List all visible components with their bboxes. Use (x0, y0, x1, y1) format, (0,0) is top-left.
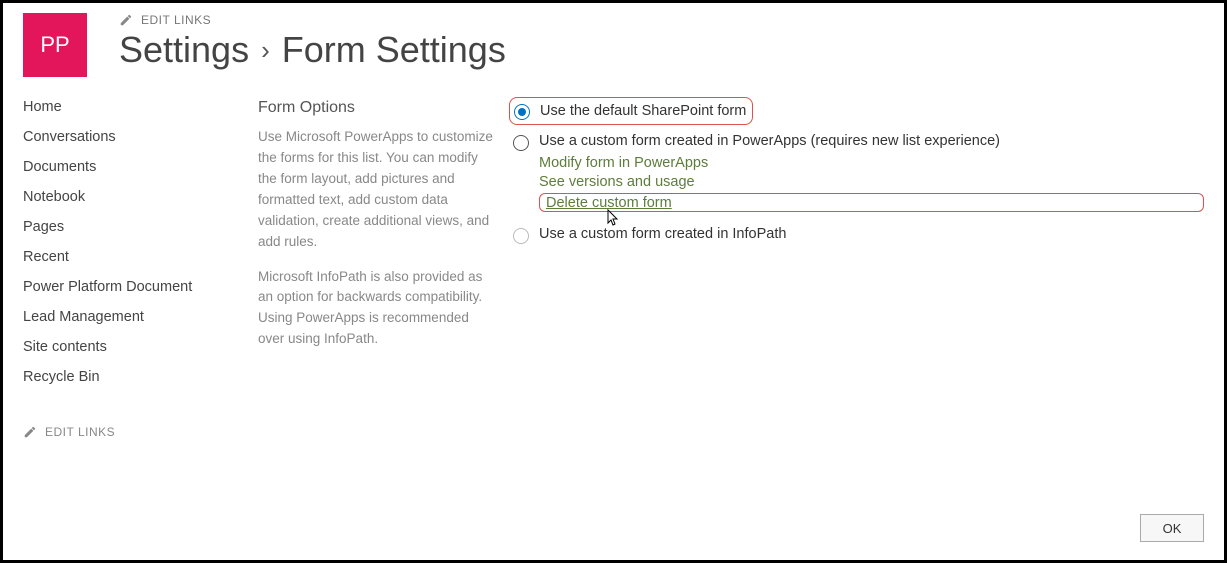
form-options-title: Form Options (258, 99, 493, 117)
nav-home[interactable]: Home (23, 99, 258, 115)
ok-button-label: OK (1163, 521, 1182, 536)
nav-site-contents[interactable]: Site contents (23, 339, 258, 355)
site-logo-text: PP (40, 32, 69, 58)
pencil-icon (23, 425, 37, 439)
highlight-default-option: Use the default SharePoint form (509, 97, 753, 125)
nav-pages[interactable]: Pages (23, 219, 258, 235)
nav-conversations[interactable]: Conversations (23, 129, 258, 145)
nav-recent[interactable]: Recent (23, 249, 258, 265)
form-options-desc-1: Use Microsoft PowerApps to customize the… (258, 127, 493, 253)
link-modify-powerapps[interactable]: Modify form in PowerApps (539, 155, 1204, 171)
edit-links-top-label: EDIT LINKS (141, 13, 211, 27)
radio-default-form[interactable] (514, 104, 530, 120)
chevron-right-icon: › (261, 35, 270, 66)
nav-power-platform-document[interactable]: Power Platform Document (23, 279, 258, 295)
radio-powerapps-form[interactable] (513, 135, 529, 151)
pencil-icon (119, 13, 133, 27)
site-logo[interactable]: PP (23, 13, 87, 77)
ok-button[interactable]: OK (1140, 514, 1204, 542)
edit-links-top[interactable]: EDIT LINKS (119, 13, 506, 27)
link-delete-custom-form[interactable]: Delete custom form (546, 195, 672, 211)
edit-links-bottom[interactable]: EDIT LINKS (23, 425, 258, 439)
form-options-desc-2: Microsoft InfoPath is also provided as a… (258, 267, 493, 351)
quicklaunch-nav: Home Conversations Documents Notebook Pa… (23, 99, 258, 439)
form-options-radio-group: Use the default SharePoint form Use a cu… (513, 99, 1204, 439)
edit-links-bottom-label: EDIT LINKS (45, 425, 115, 439)
link-versions-usage[interactable]: See versions and usage (539, 174, 1204, 190)
nav-recycle-bin[interactable]: Recycle Bin (23, 369, 258, 385)
breadcrumb: Settings › Form Settings (119, 29, 506, 71)
highlight-delete-link: Delete custom form (539, 193, 1204, 212)
radio-default-form-label: Use the default SharePoint form (540, 103, 746, 119)
nav-lead-management[interactable]: Lead Management (23, 309, 258, 325)
radio-infopath-form-label: Use a custom form created in InfoPath (539, 226, 786, 242)
breadcrumb-current: Form Settings (282, 29, 506, 71)
nav-notebook[interactable]: Notebook (23, 189, 258, 205)
nav-documents[interactable]: Documents (23, 159, 258, 175)
radio-infopath-form[interactable] (513, 228, 529, 244)
breadcrumb-settings[interactable]: Settings (119, 29, 249, 71)
radio-powerapps-form-label: Use a custom form created in PowerApps (… (539, 133, 1000, 149)
